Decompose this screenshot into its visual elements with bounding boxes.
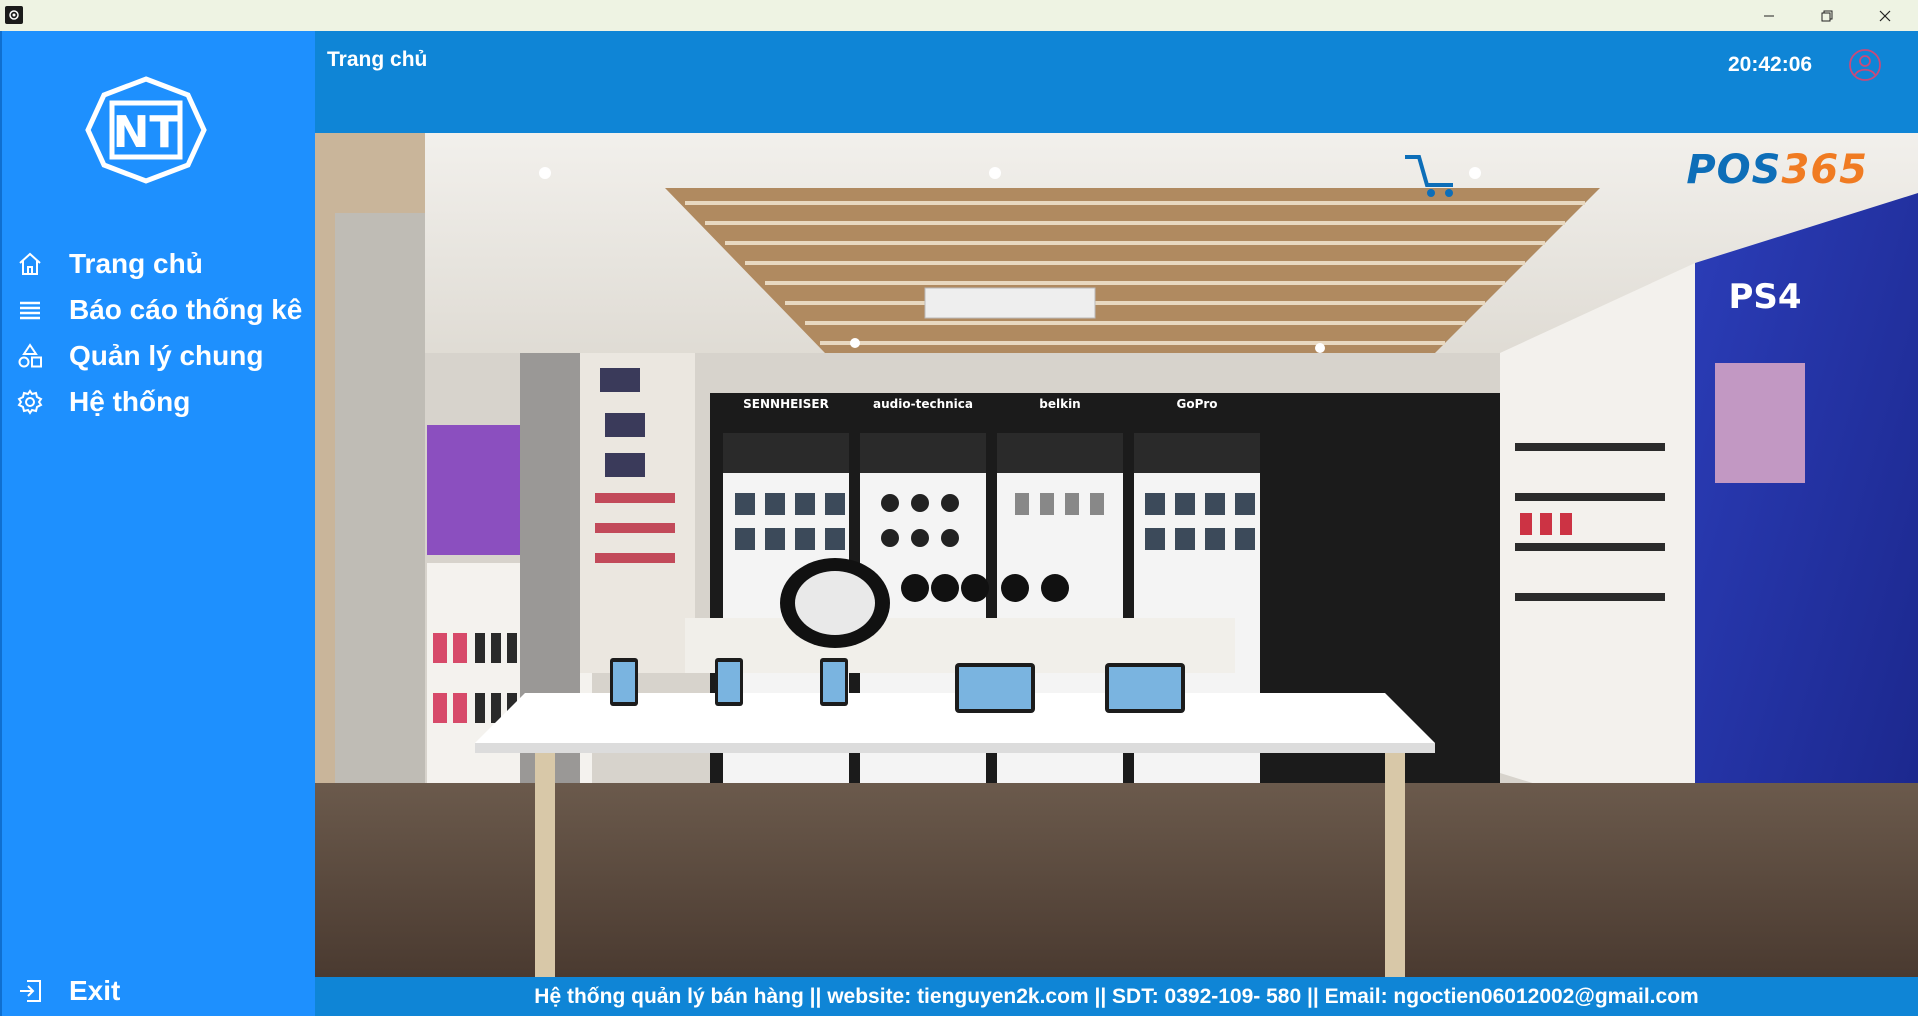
sidebar-item-reports[interactable]: Báo cáo thống kê (2, 287, 315, 333)
sidebar-item-label: Báo cáo thống kê (69, 294, 303, 325)
sidebar-item-management[interactable]: Quản lý chung (2, 333, 315, 379)
minimize-icon (1764, 15, 1774, 16)
sidebar-item-home[interactable]: Trang chủ (2, 241, 315, 287)
restore-button[interactable] (1798, 0, 1856, 31)
sidebar-item-label: Hệ thống (69, 386, 191, 417)
logo-text: NT (113, 107, 180, 158)
window-titlebar (0, 0, 1918, 31)
brand-sennheiser: SENNHEISER (743, 397, 829, 411)
exit-label: Exit (69, 975, 121, 1006)
restore-icon (1821, 10, 1833, 21)
nt-logo: NT (84, 75, 208, 185)
close-icon (1879, 10, 1891, 21)
exit-button[interactable]: Exit (2, 968, 315, 1014)
sidebar-item-system[interactable]: Hệ thống (2, 379, 315, 425)
store-banner-image: SENNHEISER audio-technica belkin GoPro P… (315, 133, 1918, 977)
shapes-icon (16, 342, 44, 370)
user-avatar-icon[interactable] (1848, 48, 1882, 82)
pos365-logo: POS365 (1686, 147, 1868, 193)
brand-belkin: belkin (1039, 397, 1080, 411)
home-icon (16, 250, 44, 278)
sidebar: NT Trang chủ Báo cáo thống kê Quản lý ch… (0, 31, 315, 1016)
app-icon (5, 6, 23, 24)
close-button[interactable] (1856, 0, 1914, 31)
footer-bar: Hệ thống quản lý bán hàng || website: ti… (315, 977, 1918, 1016)
minimize-button[interactable] (1740, 0, 1798, 31)
clock-time: 20:42:06 (1728, 53, 1813, 76)
page-title: Trang chủ (327, 48, 428, 71)
list-icon (16, 296, 44, 324)
brand-audio-technica: audio-technica (873, 397, 973, 411)
brand-gopro: GoPro (1176, 397, 1217, 411)
footer-info-text: Hệ thống quản lý bán hàng || website: ti… (534, 984, 1699, 1008)
exit-icon (16, 977, 44, 1005)
header-bar: Trang chủ 20:42:06 (315, 31, 1918, 133)
gear-icon (16, 388, 44, 416)
brand-ps4: PS4 (1728, 277, 1801, 317)
sidebar-item-label: Trang chủ (69, 248, 203, 279)
sidebar-item-label: Quản lý chung (69, 340, 264, 371)
